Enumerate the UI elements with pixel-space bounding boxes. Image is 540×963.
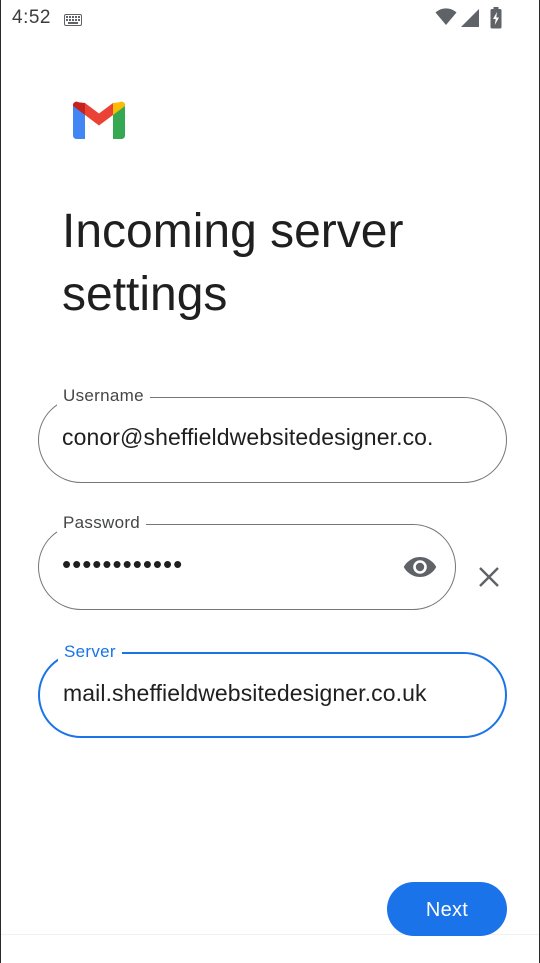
username-field[interactable]: Username conor@sheffieldwebsitedesigner.… [38,383,507,483]
password-label: Password [57,510,147,536]
screen: 4:52 Incoming server settings Username c… [0,0,540,963]
bottom-bar [1,935,539,963]
status-time: 4:52 [12,7,51,28]
server-label: Server [58,639,122,665]
username-value[interactable]: conor@sheffieldwebsitedesigner.co. [62,424,487,451]
close-icon[interactable] [477,565,501,594]
username-label: Username [57,383,150,409]
server-field[interactable]: Server mail.sheffieldwebsitedesigner.co.… [38,639,507,738]
password-value[interactable]: •••••••••••• [62,549,183,580]
password-field[interactable]: Password •••••••••••• [38,510,456,610]
next-button[interactable]: Next [387,882,507,936]
status-bar: 4:52 [1,0,539,36]
battery-charging-icon [490,7,502,34]
signal-icon [460,8,480,33]
gmail-logo [73,101,125,144]
eye-icon[interactable] [403,555,437,584]
keyboard-icon [64,13,82,31]
wifi-icon [435,8,457,31]
server-value[interactable]: mail.sheffieldwebsitedesigner.co.uk [63,680,488,707]
page-title: Incoming server settings [62,205,404,321]
